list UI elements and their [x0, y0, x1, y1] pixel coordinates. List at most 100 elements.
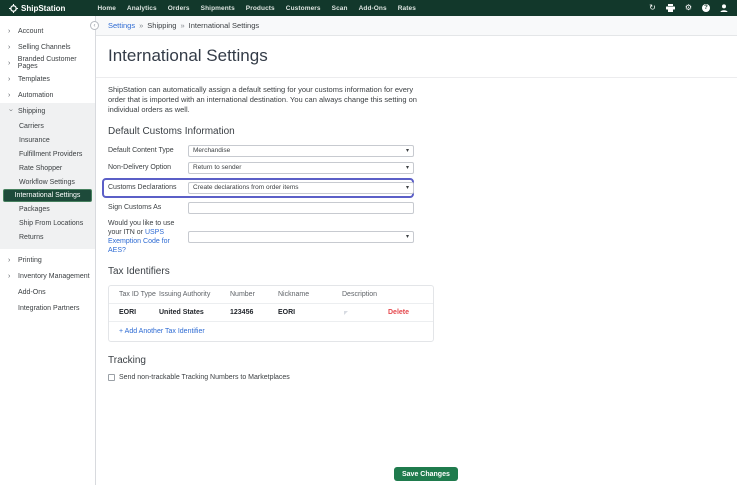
- nav-analytics[interactable]: Analytics: [127, 5, 157, 12]
- customs-declarations-row: Customs Declarations Create declarations…: [108, 181, 414, 194]
- sidebar-shipping-group: › Shipping Carriers Insurance Fulfillmen…: [0, 103, 95, 249]
- nav-add-ons[interactable]: Add-Ons: [359, 5, 387, 12]
- sidebar-item-label: Shipping: [18, 107, 46, 115]
- sidebar-item-international-settings[interactable]: International Settings: [3, 189, 92, 202]
- nav-rates[interactable]: Rates: [398, 5, 416, 12]
- sign-customs-as-input[interactable]: [188, 201, 414, 214]
- sidebar-item-packages[interactable]: Packages: [0, 202, 95, 216]
- sidebar-item-label: Inventory Management: [18, 272, 90, 280]
- add-tax-identifier-link[interactable]: + Add Another Tax Identifier: [119, 328, 205, 335]
- sidebar-item-returns[interactable]: Returns: [0, 230, 95, 244]
- sidebar-item-label: Templates: [18, 75, 50, 83]
- customs-declarations-highlight: Customs Declarations Create declarations…: [102, 177, 414, 198]
- sidebar-item-add-ons[interactable]: Add-Ons: [0, 284, 95, 300]
- nav-customers[interactable]: Customers: [286, 5, 321, 12]
- sidebar-item-inventory-management[interactable]: › Inventory Management: [0, 268, 95, 284]
- sidebar-item-label: Printing: [18, 256, 42, 264]
- breadcrumb: ‹ Settings » Shipping » International Se…: [90, 16, 737, 36]
- nav-scan[interactable]: Scan: [332, 5, 348, 12]
- settings-sidebar: › Account › Selling Channels › Branded C…: [0, 16, 96, 485]
- sidebar-item-label: Selling Channels: [18, 43, 71, 51]
- nav-home[interactable]: Home: [97, 5, 115, 12]
- breadcrumb-separator: »: [180, 21, 185, 30]
- nav-products[interactable]: Products: [246, 5, 275, 12]
- sidebar-item-label: Branded Customer Pages: [17, 56, 77, 70]
- chevron-right-icon: ›: [8, 272, 11, 280]
- non-delivery-option-row: Non-Delivery Option Return to sender ▾: [108, 161, 414, 174]
- brand-name: ShipStation: [21, 3, 66, 13]
- nav-shipments[interactable]: Shipments: [201, 5, 235, 12]
- print-icon[interactable]: [665, 4, 675, 12]
- cell-issuing-authority: United States: [159, 309, 204, 317]
- breadcrumb-settings-link[interactable]: Settings: [108, 21, 135, 30]
- user-account-icon[interactable]: [720, 4, 728, 12]
- dropdown-arrow-icon: ▾: [405, 185, 409, 192]
- tracking-checkbox-row: Send non-trackable Tracking Numbers to M…: [108, 374, 725, 382]
- sidebar-item-automation[interactable]: › Automation: [0, 87, 95, 103]
- sidebar-item-label: Integration Partners: [18, 304, 80, 312]
- breadcrumb-separator: »: [139, 21, 144, 30]
- itn-exemption-select[interactable]: ▾: [188, 230, 414, 243]
- default-content-type-label: Default Content Type: [108, 147, 174, 155]
- chevron-right-icon: ›: [8, 75, 11, 83]
- sidebar-item-rate-shopper[interactable]: Rate Shopper: [0, 161, 95, 175]
- top-nav: Home Analytics Orders Shipments Products…: [97, 5, 416, 12]
- non-delivery-option-label: Non-Delivery Option: [108, 164, 172, 172]
- top-icons: ↻ ⚙ ?: [649, 4, 728, 12]
- cell-nickname: EORI: [278, 309, 296, 317]
- sidebar-item-label: Automation: [18, 91, 54, 99]
- chevron-right-icon: ›: [8, 59, 11, 67]
- sign-customs-as-label: Sign Customs As: [108, 204, 162, 212]
- add-tax-identifier-row: + Add Another Tax Identifier: [109, 322, 433, 341]
- chevron-down-icon: ›: [7, 108, 14, 111]
- sidebar-item-label: Add-Ons: [18, 288, 46, 296]
- sidebar-item-branded-customer-pages[interactable]: › Branded Customer Pages: [0, 55, 95, 71]
- sidebar-item-selling-channels[interactable]: › Selling Channels: [0, 39, 95, 55]
- shipstation-wheel-icon: [9, 3, 18, 13]
- sidebar-item-shipping[interactable]: › Shipping: [0, 103, 95, 119]
- sign-customs-as-row: Sign Customs As: [108, 201, 414, 214]
- select-value: Merchandise: [193, 147, 231, 155]
- sidebar-item-insurance[interactable]: Insurance: [0, 133, 95, 147]
- chevron-right-icon: ›: [8, 256, 11, 264]
- non-delivery-option-select[interactable]: Return to sender ▾: [188, 161, 414, 174]
- sidebar-item-ship-from-locations[interactable]: Ship From Locations: [0, 216, 95, 230]
- dropdown-arrow-icon: ▾: [405, 234, 409, 241]
- save-changes-button[interactable]: Save Changes: [394, 467, 458, 481]
- customs-declarations-label: Customs Declarations: [108, 184, 177, 192]
- refresh-icon[interactable]: ↻: [649, 4, 656, 12]
- sidebar-item-printing[interactable]: › Printing: [0, 252, 95, 268]
- settings-gear-icon[interactable]: ⚙: [685, 4, 692, 12]
- chevron-right-icon: ›: [8, 43, 11, 51]
- sidebar-item-fulfillment-providers[interactable]: Fulfillment Providers: [0, 147, 95, 161]
- itn-exemption-label: Would you like to use your ITN or USPS E…: [108, 219, 175, 254]
- tax-table-header-row: Tax ID Type Issuing Authority Number Nic…: [109, 286, 433, 305]
- help-icon[interactable]: ?: [702, 4, 710, 12]
- sidebar-item-integration-partners[interactable]: Integration Partners: [0, 300, 95, 316]
- sidebar-item-carriers[interactable]: Carriers: [0, 119, 95, 133]
- tax-identifiers-heading: Tax Identifiers: [108, 266, 170, 278]
- non-trackable-checkbox-label: Send non-trackable Tracking Numbers to M…: [119, 374, 290, 382]
- nav-orders[interactable]: Orders: [168, 5, 190, 12]
- sidebar-item-account[interactable]: › Account: [0, 23, 95, 39]
- default-content-type-select[interactable]: Merchandise ▾: [188, 144, 414, 157]
- page-content: International Settings ShipStation can a…: [96, 36, 737, 485]
- col-issuing-authority: Issuing Authority: [159, 291, 211, 299]
- customs-declarations-select[interactable]: Create declarations from order items ▾: [188, 181, 414, 194]
- shipstation-logo[interactable]: ShipStation: [9, 3, 66, 13]
- tax-identifiers-table: Tax ID Type Issuing Authority Number Nic…: [108, 285, 434, 343]
- title-divider: [96, 77, 737, 78]
- breadcrumb-shipping: Shipping: [147, 21, 177, 30]
- delete-tax-identifier-link[interactable]: Delete: [388, 309, 423, 316]
- sidebar-collapse-icon[interactable]: ‹: [90, 21, 99, 30]
- select-value: Create declarations from order items: [193, 184, 299, 192]
- sidebar-item-workflow-settings[interactable]: Workflow Settings: [0, 175, 95, 189]
- col-nickname: Nickname: [278, 291, 310, 299]
- non-trackable-checkbox[interactable]: [108, 374, 115, 382]
- sidebar-item-templates[interactable]: › Templates: [0, 71, 95, 87]
- chevron-right-icon: ›: [8, 91, 11, 99]
- itn-exemption-row: Would you like to use your ITN or USPS E…: [108, 219, 414, 255]
- tracking-heading: Tracking: [108, 355, 146, 367]
- app-body: › Account › Selling Channels › Branded C…: [0, 16, 737, 485]
- main-panel: ‹ Settings » Shipping » International Se…: [90, 16, 737, 485]
